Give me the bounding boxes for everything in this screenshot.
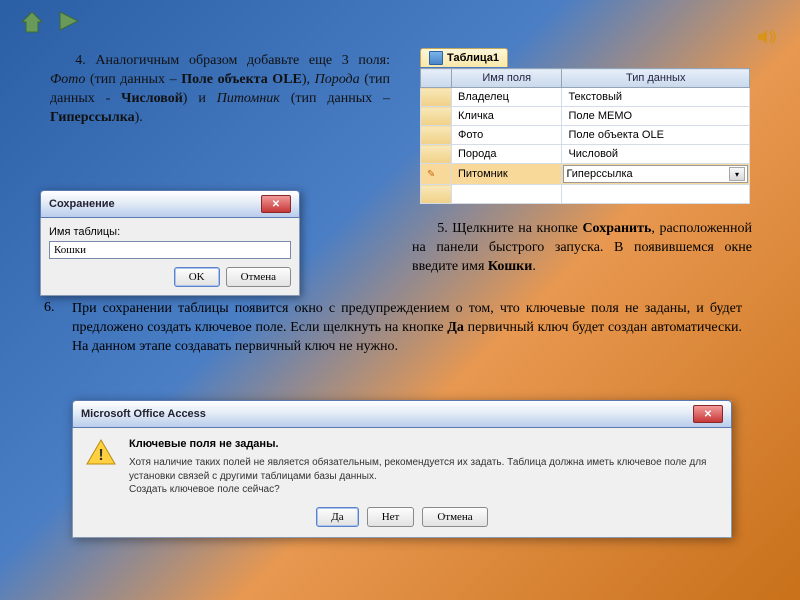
dialog-title: Microsoft Office Access	[81, 408, 206, 420]
table-icon	[429, 51, 443, 65]
step-4-text: 4. Аналогичным образом добавьте еще 3 по…	[50, 52, 390, 128]
step-5-text: 5. Щелкните на кнопке Сохранить, располо…	[412, 220, 752, 277]
svg-text:!: !	[98, 447, 103, 464]
table-row[interactable]: КличкаПоле МЕМО	[421, 107, 750, 126]
table-row[interactable]	[421, 185, 750, 204]
home-icon[interactable]	[18, 8, 46, 34]
table-tab[interactable]: Таблица1	[420, 48, 508, 67]
step-6-text: При сохранении таблицы появится окно с п…	[72, 300, 742, 357]
table-name-label: Имя таблицы:	[49, 226, 291, 238]
ok-button[interactable]: OK	[174, 267, 220, 287]
step-6-number: 6.	[44, 300, 55, 316]
cancel-button[interactable]: Отмена	[422, 507, 487, 527]
warning-icon: !	[85, 438, 117, 466]
table-name-input[interactable]	[49, 241, 291, 259]
table-row[interactable]: ПородаЧисловой	[421, 145, 750, 164]
play-icon[interactable]	[54, 8, 82, 34]
table-row[interactable]: ФотоПоле объекта OLE	[421, 126, 750, 145]
col-field-name: Имя поля	[452, 69, 562, 88]
access-warning-dialog: Microsoft Office Access ✕ ! Ключевые поля…	[72, 400, 732, 538]
save-dialog: Сохранение ✕ Имя таблицы: OK Отмена	[40, 190, 300, 296]
col-data-type: Тип данных	[562, 69, 750, 88]
table-design-view: Таблица1 Имя поляТип данных ВладелецТекс…	[420, 48, 750, 204]
cancel-button[interactable]: Отмена	[226, 267, 291, 287]
dialog-title: Сохранение	[49, 198, 115, 210]
pencil-icon: ✎	[427, 169, 435, 180]
warning-text: Хотя наличие таких полей не является обя…	[129, 456, 719, 497]
no-button[interactable]: Нет	[367, 507, 415, 527]
close-icon[interactable]: ✕	[261, 195, 291, 213]
chevron-down-icon[interactable]: ▾	[729, 167, 745, 181]
speaker-icon	[756, 26, 778, 48]
data-type-dropdown[interactable]: Гиперссылка▾	[563, 165, 748, 183]
table-row[interactable]: ВладелецТекстовый	[421, 88, 750, 107]
table-row-active[interactable]: ✎ПитомникГиперссылка▾	[421, 164, 750, 185]
warning-headline: Ключевые поля не заданы.	[129, 438, 719, 450]
yes-button[interactable]: Да	[316, 507, 358, 527]
close-icon[interactable]: ✕	[693, 405, 723, 423]
